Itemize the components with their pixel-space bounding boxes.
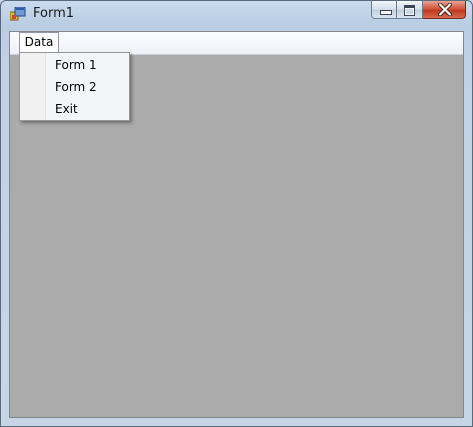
form-client-area: Data Form 1 Form 2 Exit	[9, 31, 464, 418]
window-controls	[371, 1, 466, 19]
windows-form-icon[interactable]	[9, 6, 26, 21]
menu-item-form-2[interactable]: Form 2	[55, 76, 97, 98]
menu-icon-gutter	[20, 53, 45, 120]
menu-item-form-1[interactable]: Form 1	[55, 54, 97, 76]
main-window: Form1 Data Form 1 Form 2 Exit	[0, 0, 473, 427]
maximize-button[interactable]	[397, 1, 423, 19]
window-title: Form1	[33, 6, 75, 21]
close-button[interactable]	[423, 1, 466, 19]
menu-item-exit[interactable]: Exit	[55, 98, 78, 120]
minimize-icon	[380, 10, 392, 15]
minimize-button[interactable]	[371, 1, 397, 19]
title-bar[interactable]: Form1	[1, 1, 472, 29]
maximize-icon	[404, 5, 415, 16]
close-icon	[438, 3, 452, 16]
data-dropdown-menu: Form 1 Form 2 Exit	[19, 52, 130, 121]
menu-data[interactable]: Data	[19, 32, 59, 53]
